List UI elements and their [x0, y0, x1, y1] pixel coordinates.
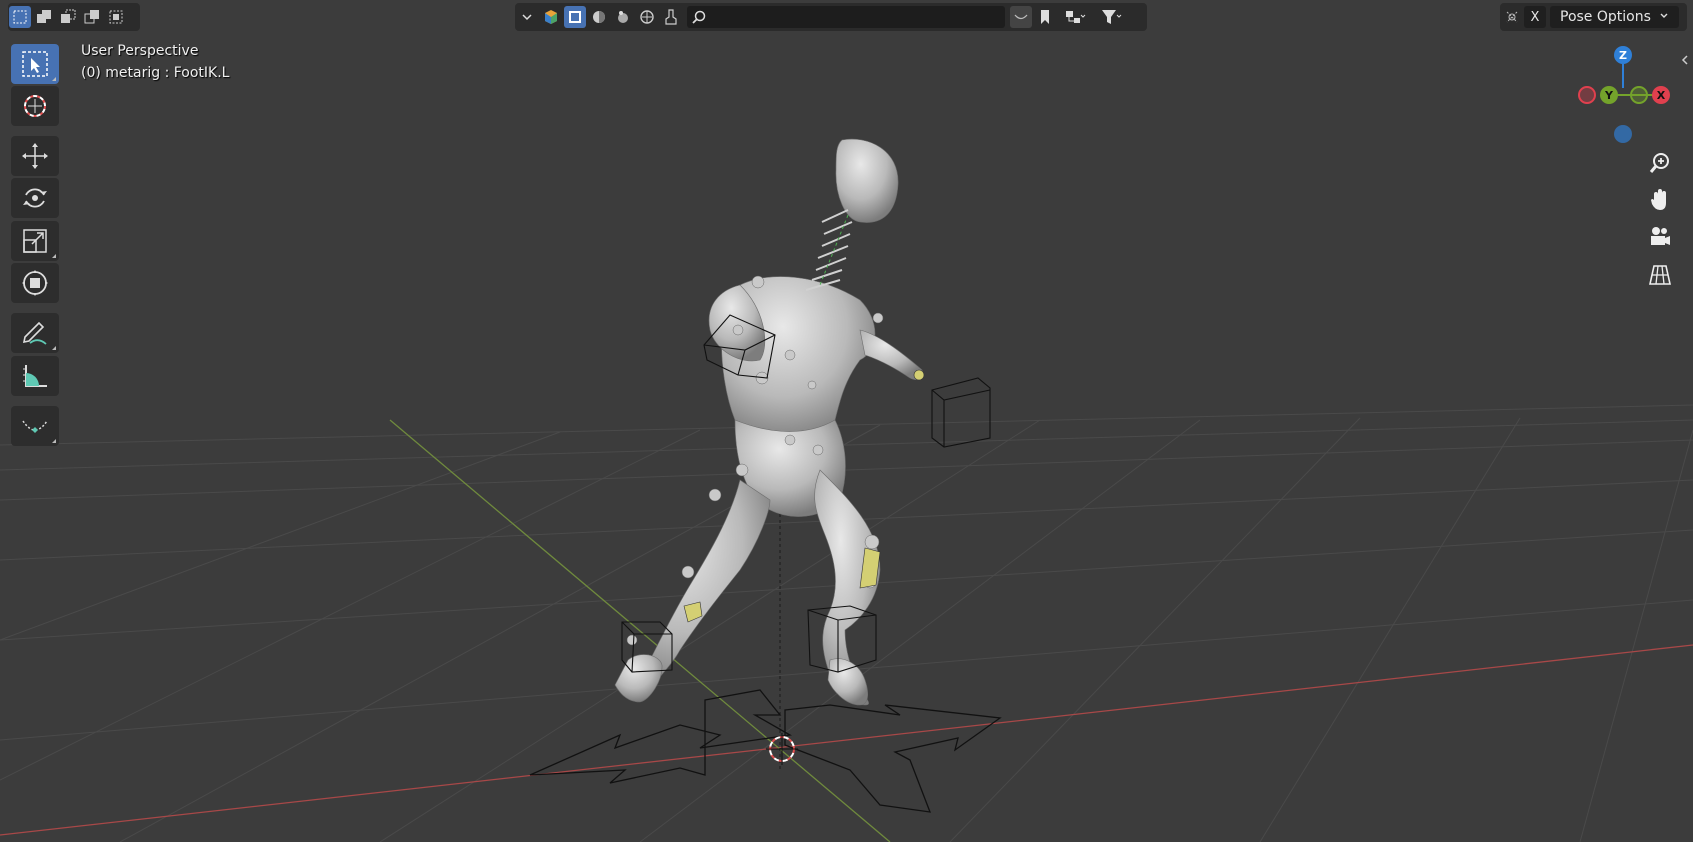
- axis-lines: [0, 419, 1693, 842]
- select-box-icon: [22, 51, 48, 77]
- camera-view-button[interactable]: [1643, 220, 1677, 254]
- object-type-icon[interactable]: [540, 6, 562, 28]
- scene-canvas[interactable]: [0, 0, 1693, 842]
- measure-tool[interactable]: [11, 356, 59, 396]
- select-extend-icon[interactable]: [33, 6, 55, 28]
- header-center-bar: [515, 3, 1147, 31]
- root-bone-widget[interactable]: [529, 689, 1002, 813]
- character-mesh[interactable]: [614, 138, 923, 706]
- select-box-tool[interactable]: [11, 44, 59, 84]
- restrict-icon[interactable]: [1501, 6, 1523, 28]
- scale-tool[interactable]: [11, 221, 59, 261]
- pan-button[interactable]: [1643, 183, 1677, 217]
- x-mirror-button[interactable]: X: [1524, 6, 1546, 28]
- transform-tool[interactable]: [11, 263, 59, 303]
- cursor-icon: [24, 95, 46, 117]
- transform-icon: [22, 270, 48, 296]
- sidebar-toggle[interactable]: [1679, 50, 1691, 70]
- search-box[interactable]: [687, 6, 1005, 28]
- shading-material-icon[interactable]: [612, 6, 634, 28]
- axis-neg-y[interactable]: [1630, 86, 1648, 104]
- camera-icon: [1651, 227, 1670, 245]
- axis-y[interactable]: Y: [1600, 86, 1618, 104]
- bookmark-icon[interactable]: [1034, 6, 1056, 28]
- hierarchy-icon[interactable]: [1058, 6, 1092, 28]
- rotate-icon: [23, 188, 47, 208]
- rotate-tool[interactable]: [11, 178, 59, 218]
- move-tool[interactable]: [11, 136, 59, 176]
- cursor-tool[interactable]: [11, 86, 59, 126]
- select-difference-icon[interactable]: [81, 6, 103, 28]
- zoom-icon: [1649, 153, 1669, 173]
- shading-solid-icon[interactable]: [588, 6, 610, 28]
- pose-options-label: Pose Options: [1560, 9, 1651, 25]
- measure-icon: [23, 365, 47, 387]
- pan-hand-icon: [1651, 189, 1666, 210]
- pose-relax-icon: [22, 420, 48, 433]
- header-right-bar: X Pose Options: [1500, 3, 1687, 31]
- pose-relax-tool[interactable]: [11, 406, 59, 446]
- chevron-left-icon: [1681, 55, 1688, 65]
- axis-neg-z[interactable]: [1614, 125, 1632, 143]
- arc-icon[interactable]: [1010, 6, 1032, 28]
- ortho-grid-icon: [1649, 265, 1671, 285]
- search-icon: [691, 9, 707, 25]
- axis-x[interactable]: X: [1652, 86, 1670, 104]
- zoom-button[interactable]: [1643, 146, 1677, 180]
- filter-icon[interactable]: [1094, 6, 1128, 28]
- annotate-tool[interactable]: [11, 313, 59, 353]
- search-input[interactable]: [707, 9, 991, 25]
- scale-icon: [23, 229, 47, 253]
- 3d-viewport[interactable]: X Pose Options User Perspective (0) meta…: [0, 0, 1693, 842]
- shading-rendered-icon[interactable]: [636, 6, 658, 28]
- ortho-toggle-button[interactable]: [1643, 258, 1677, 292]
- pose-options-dropdown[interactable]: Pose Options: [1550, 6, 1679, 28]
- move-icon: [22, 143, 48, 169]
- selectable-icon[interactable]: [564, 6, 586, 28]
- select-subtract-icon[interactable]: [57, 6, 79, 28]
- select-new-icon[interactable]: [9, 6, 31, 28]
- view-name: User Perspective: [81, 43, 199, 59]
- chevron-down-icon[interactable]: [516, 6, 538, 28]
- axis-z[interactable]: Z: [1614, 46, 1632, 64]
- select-intersect-icon[interactable]: [105, 6, 127, 28]
- context-label: (0) metarig : FootIK.L: [81, 65, 230, 81]
- annotate-icon: [22, 321, 47, 345]
- select-mode-group: [8, 3, 140, 31]
- paint-brush-icon[interactable]: [660, 6, 682, 28]
- chevron-down-icon: [1659, 9, 1669, 25]
- axis-z-line: [1622, 64, 1624, 88]
- axis-neg-x[interactable]: [1578, 86, 1596, 104]
